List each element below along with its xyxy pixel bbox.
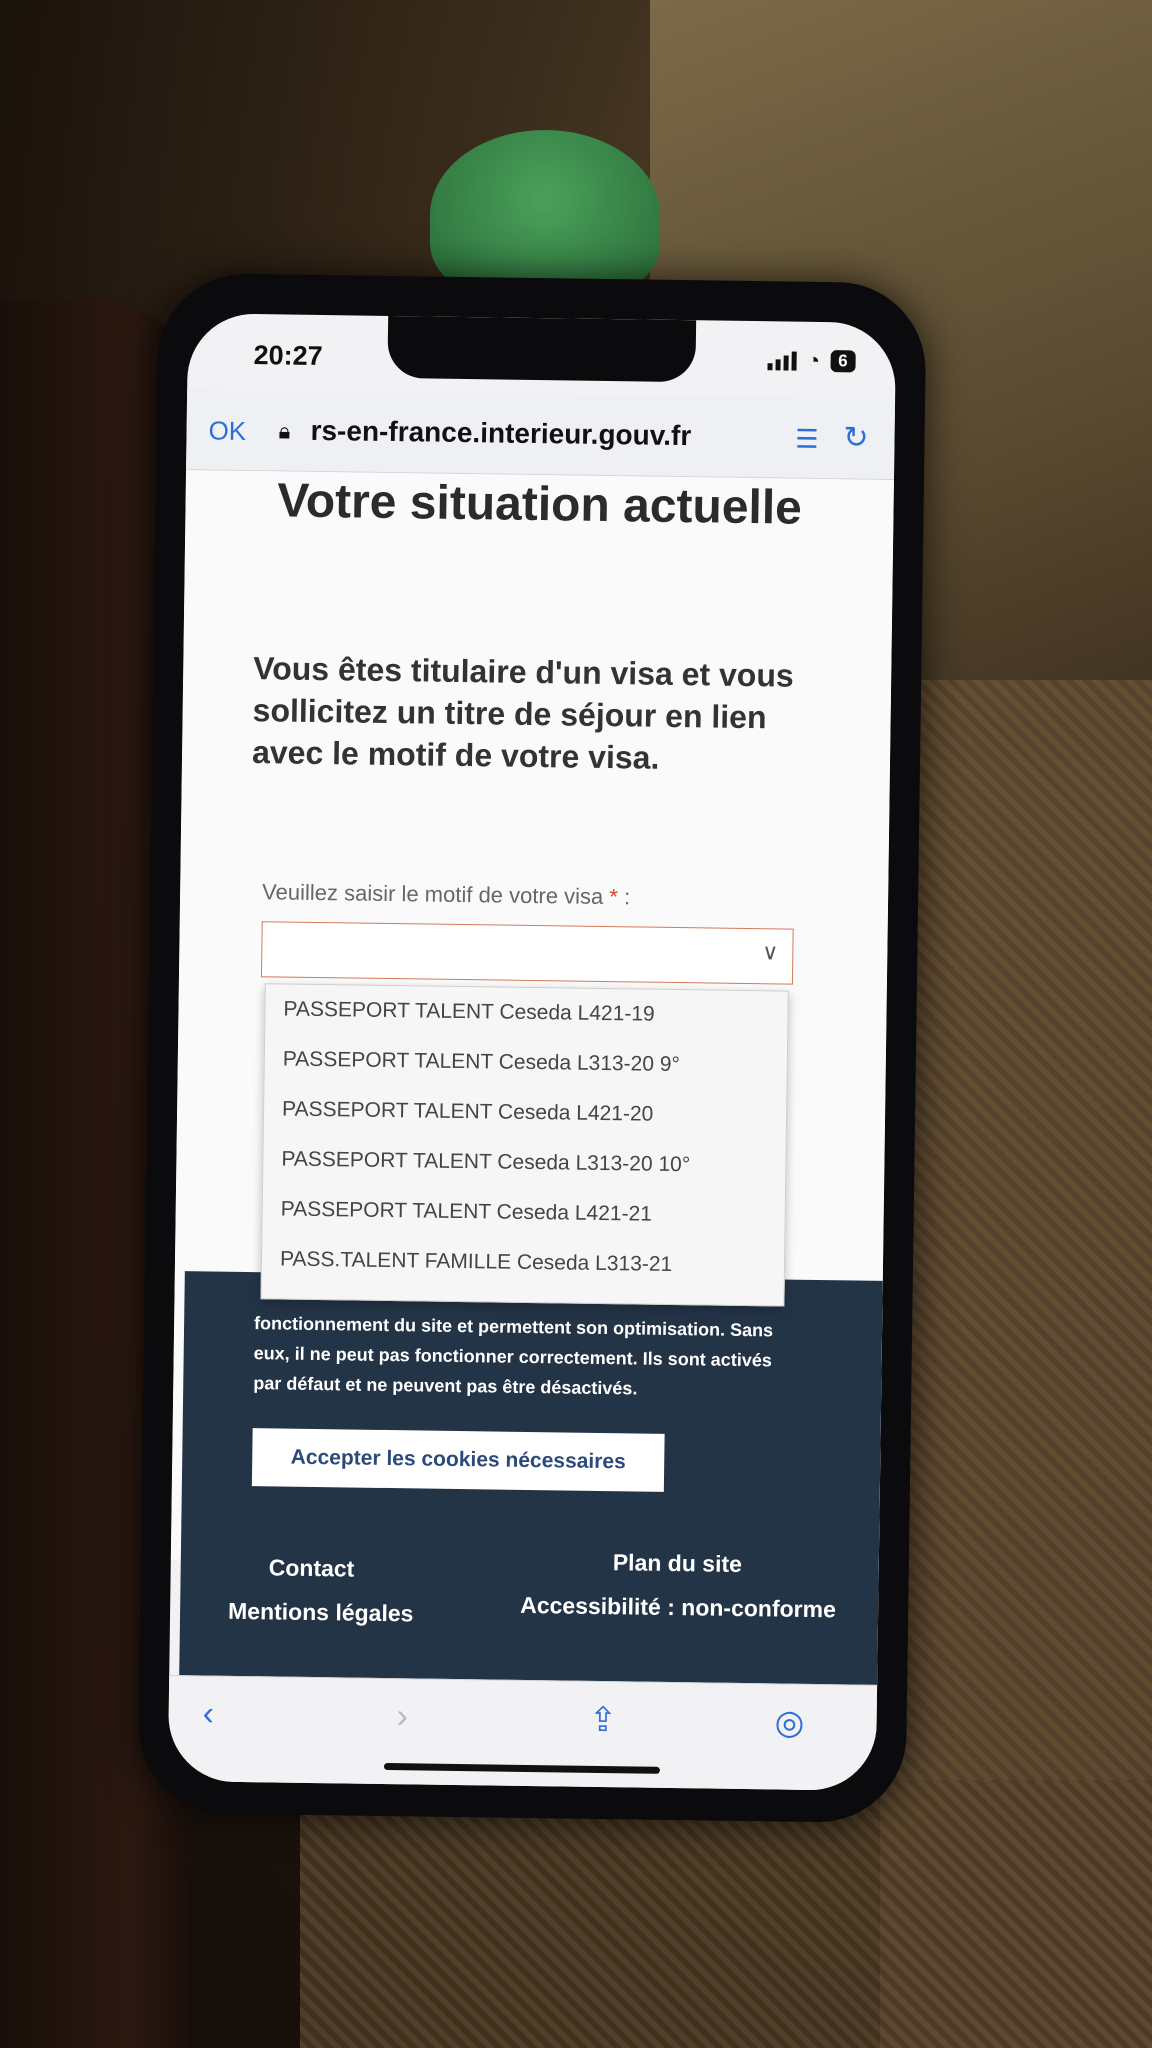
page-subheading: Vous êtes titulaire d'un visa et vous so… (251, 650, 794, 776)
url-bar[interactable]: OK 🔒︎ rs-en-france.interieur.gouv.fr ☰ ↻ (186, 389, 896, 480)
cookie-text: fonctionnement du site et permettent son… (253, 1313, 774, 1399)
visa-reason-dropdown[interactable]: PASSEPORT TALENT Ceseda L421-19 PASSEPOR… (260, 983, 789, 1307)
home-indicator[interactable] (383, 1763, 660, 1774)
dropdown-option[interactable]: PASSEPORT TALENT Ceseda L313-20 9° (264, 1034, 787, 1091)
chevron-left-icon[interactable]: ‹ (202, 1694, 214, 1733)
done-button[interactable]: OK (208, 415, 246, 447)
visa-reason-label-text: Veuillez saisir le motif de votre visa (261, 879, 604, 909)
lock-icon: 🔒︎ (278, 418, 291, 444)
reload-icon[interactable]: ↻ (843, 420, 869, 455)
phone-screen: 20:27 ◔ 6 OK 🔒︎ rs-en-france.interieur.g… (167, 313, 897, 1791)
dropdown-option[interactable]: PASSEPORT TALENT Ceseda L421-19 (265, 984, 788, 1041)
phone: 20:27 ◔ 6 OK 🔒︎ rs-en-france.interieur.g… (137, 272, 927, 1824)
required-mark: * (609, 884, 619, 910)
browser-toolbar: ‹ › ⇪ ◎ (167, 1674, 878, 1791)
footer-link-sitemap[interactable]: Plan du site (613, 1549, 742, 1578)
footer-link-accessibility[interactable]: Accessibilité : non-conforme (520, 1592, 836, 1623)
compass-icon[interactable]: ◎ (774, 1702, 804, 1742)
wifi-icon: ◔ (806, 347, 821, 373)
visa-reason-label: Veuillez saisir le motif de votre visa *… (262, 879, 630, 910)
visa-reason-select[interactable]: ∨ (260, 921, 794, 985)
dropdown-option[interactable]: PASSEPORT TALENT Ceseda L313-20 10° (263, 1134, 786, 1191)
label-suffix: : (617, 884, 631, 910)
notch (387, 315, 697, 383)
footer-link-legal[interactable]: Mentions légales (228, 1598, 414, 1628)
dropdown-option[interactable]: PASSEPORT TALENT Ceseda L421-20 (264, 1084, 787, 1141)
reader-icon[interactable]: ☰ (795, 424, 819, 455)
status-time: 20:27 (253, 340, 323, 372)
url-text[interactable]: rs-en-france.interieur.gouv.fr (310, 415, 691, 452)
status-icons: ◔ 6 (767, 347, 856, 374)
chevron-right-icon[interactable]: › (396, 1697, 408, 1736)
dropdown-option[interactable]: PASS.TALENT FAMILLE Ceseda L313-21 (262, 1234, 785, 1291)
share-icon[interactable]: ⇪ (588, 1700, 617, 1740)
cookie-banner: fonctionnement du site et permettent son… (178, 1271, 883, 1701)
background-toy (430, 130, 660, 300)
accept-cookies-button[interactable]: Accepter les cookies nécessaires (251, 1428, 665, 1492)
chevron-down-icon: ∨ (762, 939, 779, 965)
battery-icon: 6 (829, 350, 856, 373)
page-title: Votre situation actuelle (276, 474, 803, 535)
dropdown-option[interactable]: PASSEPORT TALENT Ceseda L421-21 (262, 1184, 785, 1241)
signal-icon (767, 351, 797, 371)
footer-link-contact[interactable]: Contact (269, 1554, 355, 1582)
